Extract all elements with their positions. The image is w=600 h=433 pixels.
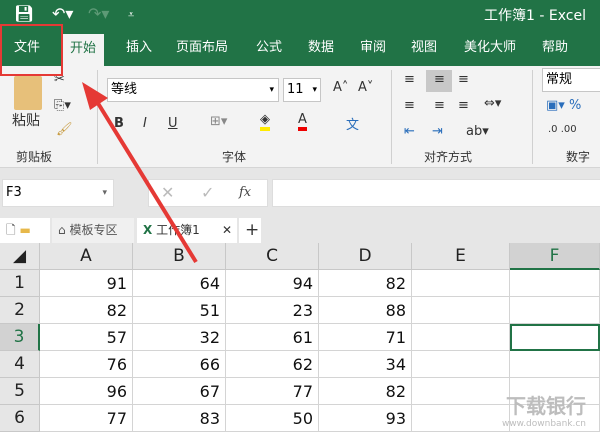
annotation-overlay: [0, 24, 198, 264]
arrow-head: [82, 82, 108, 110]
annotation-arrow: [94, 98, 198, 264]
highlight-box: [0, 24, 63, 76]
